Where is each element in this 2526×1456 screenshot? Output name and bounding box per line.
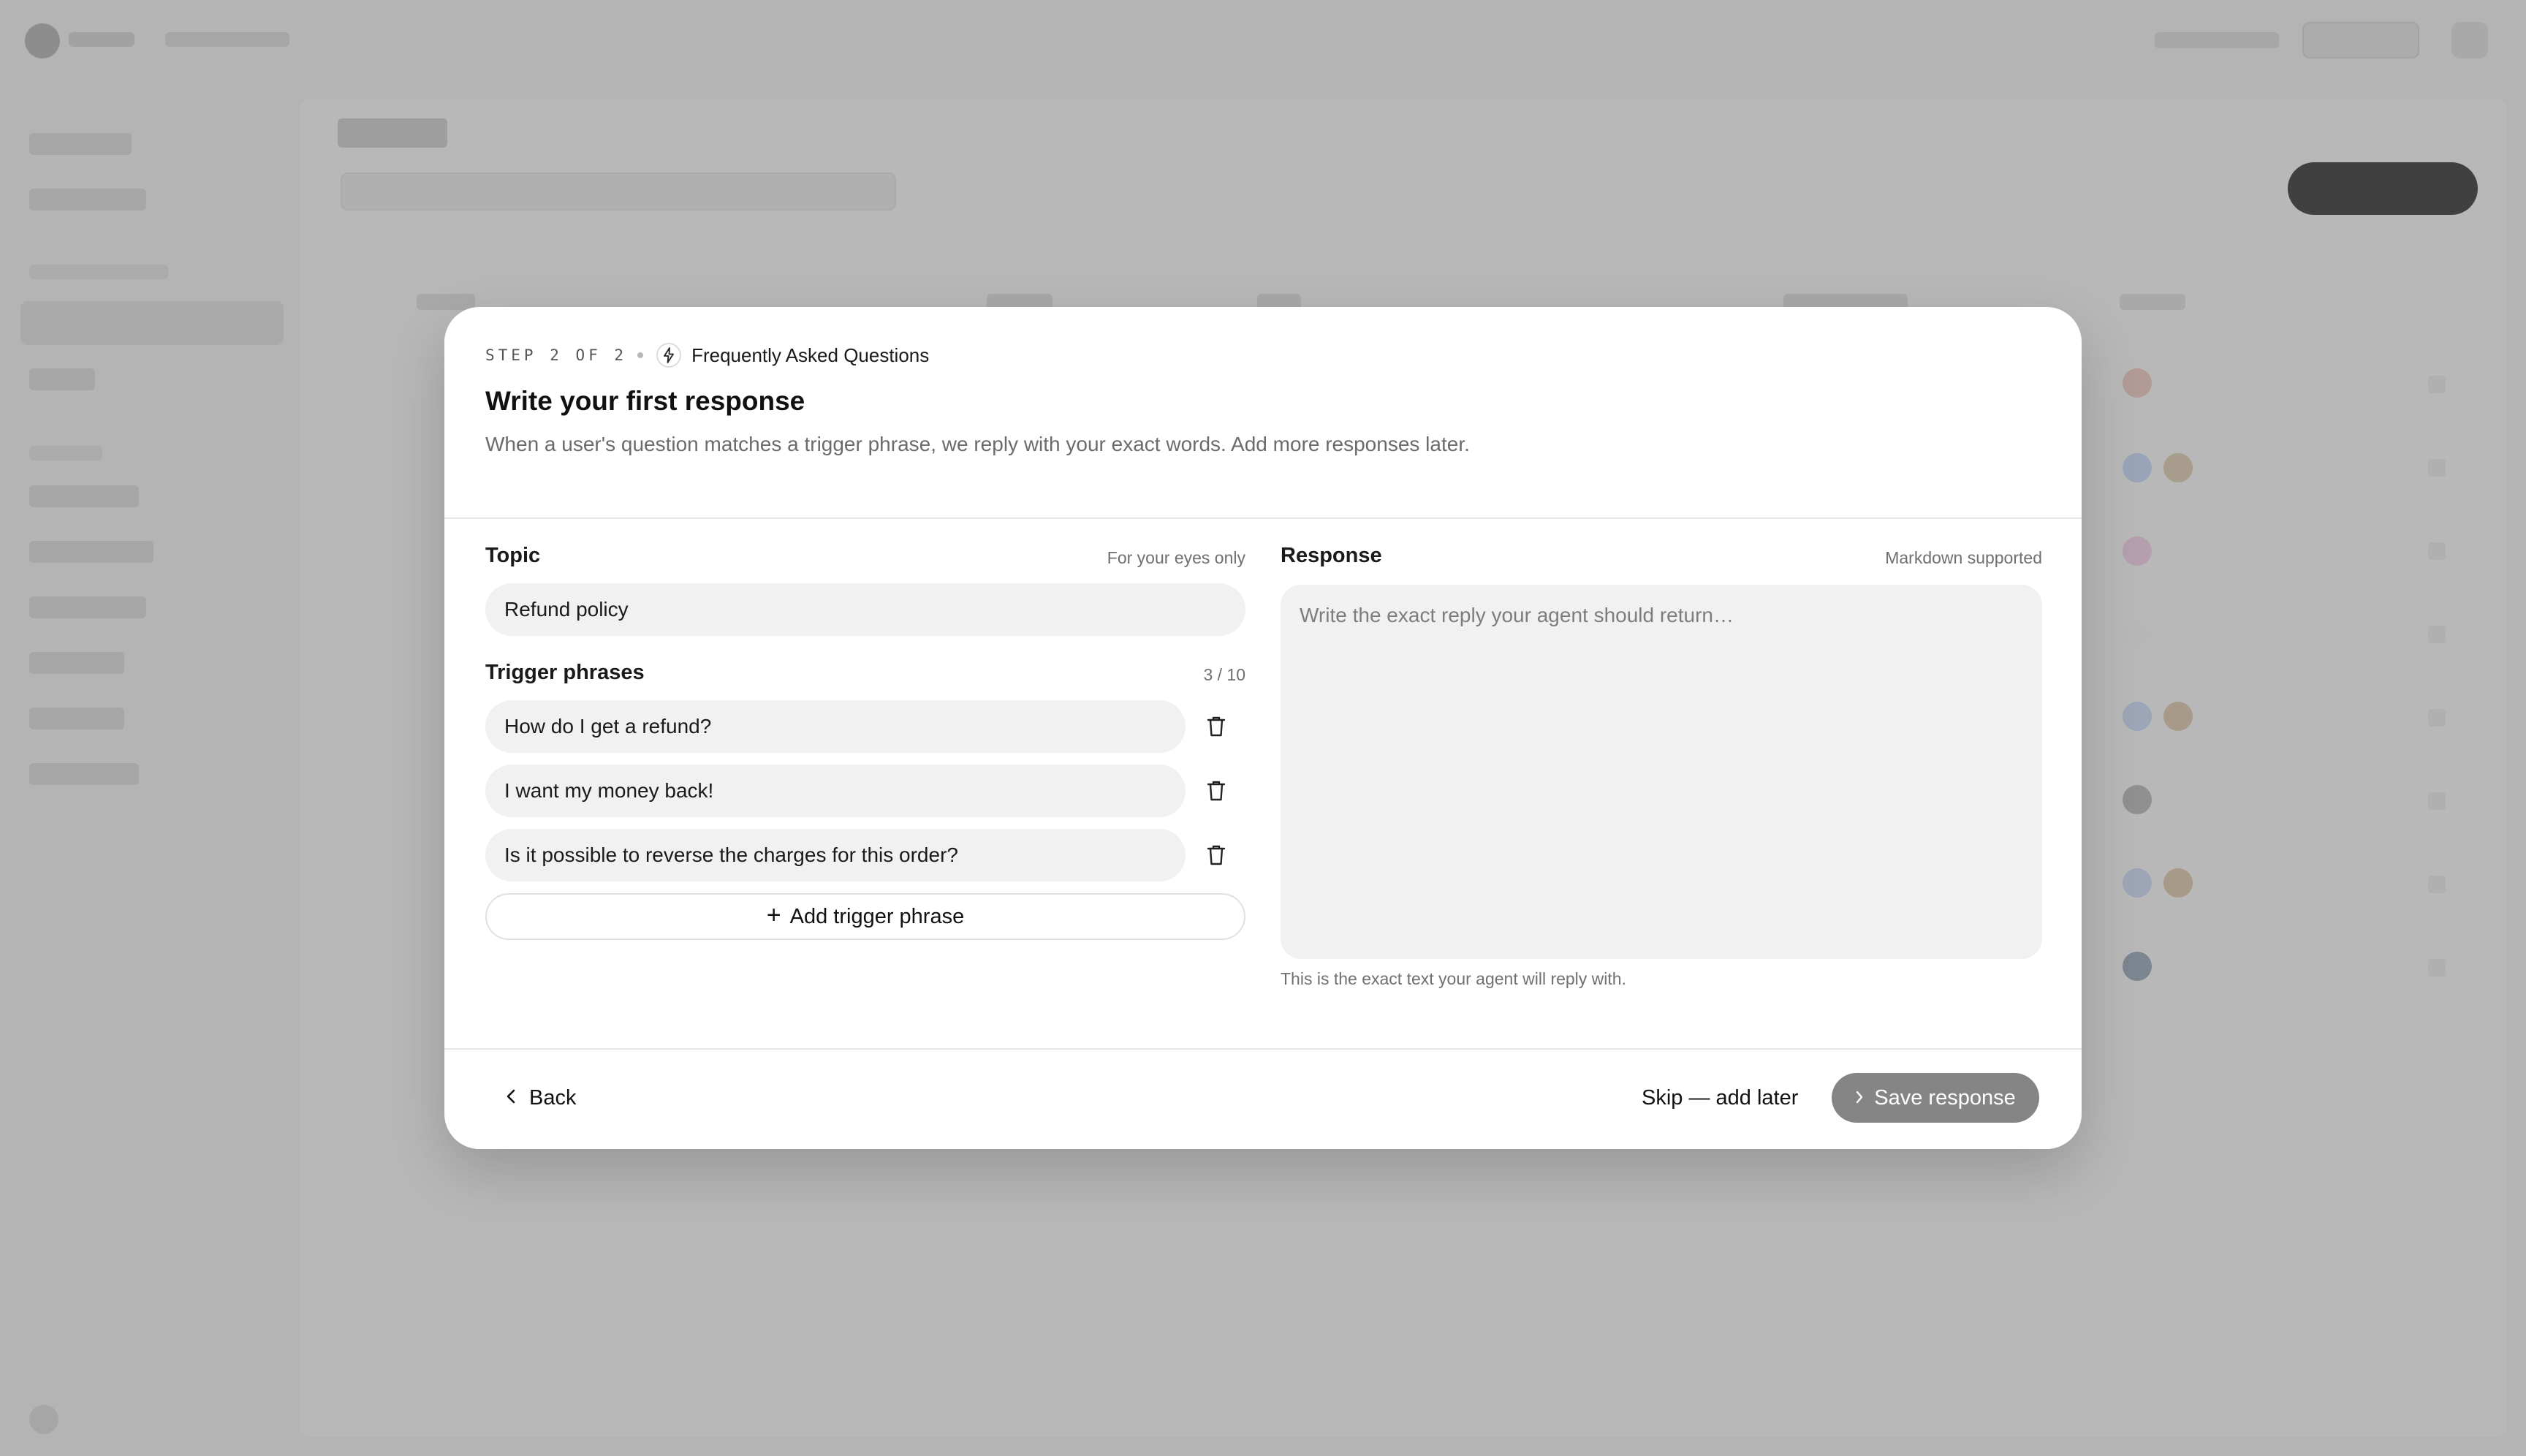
- background-row-chevron: [2428, 542, 2446, 560]
- background-avatar: [2123, 952, 2152, 981]
- background-row-chevron: [2428, 376, 2446, 393]
- background-avatar: [2123, 868, 2152, 898]
- background-topbar-link: [2155, 32, 2279, 48]
- step-label: STEP 2 OF 2: [485, 346, 628, 364]
- background-nav-item: [29, 708, 124, 729]
- background-row-chevron: [2428, 876, 2446, 893]
- trigger-phrases-label: Trigger phrases: [485, 661, 645, 684]
- skip-button[interactable]: Skip — add later: [1642, 1083, 1798, 1112]
- trigger-phrases-count: 3 / 10: [1203, 665, 1245, 684]
- chevron-right-icon: [1855, 1086, 1864, 1110]
- chevron-left-icon: [506, 1086, 516, 1110]
- background-help-icon: [29, 1405, 58, 1434]
- dialog-footer: Back Skip — add later Save response: [444, 1048, 2082, 1149]
- background-avatar: [2123, 453, 2152, 482]
- background-logo: [25, 23, 60, 58]
- save-response-label: Save response: [1874, 1085, 2016, 1110]
- section-name: Frequently Asked Questions: [691, 344, 930, 366]
- background-avatar: [2163, 702, 2193, 731]
- background-avatar: [2123, 785, 2152, 814]
- trigger-phrase-input[interactable]: I want my money back!: [485, 765, 1186, 817]
- dialog-header: STEP 2 OF 2 Frequently Asked Questions W…: [444, 307, 2082, 519]
- separator-dot: [637, 352, 644, 358]
- background-primary-button: [2288, 162, 2478, 215]
- background-page-title: [338, 118, 447, 148]
- background-avatar: [2123, 368, 2152, 398]
- topic-label: Topic: [485, 544, 541, 567]
- markdown-hint: Markdown supported: [1885, 548, 2042, 567]
- background-avatar: [2163, 453, 2193, 482]
- background-row-chevron: [2428, 626, 2446, 643]
- background-nav-item: [29, 652, 124, 674]
- background-search: [341, 172, 896, 211]
- dialog-title: Write your first response: [485, 386, 805, 416]
- dialog-description: When a user's question matches a trigger…: [485, 433, 1470, 455]
- topic-input[interactable]: Refund policy: [485, 583, 1245, 636]
- trigger-phrase-input[interactable]: Is it possible to reverse the charges fo…: [485, 829, 1186, 881]
- trash-icon[interactable]: [1200, 839, 1232, 871]
- background-nav-section: [29, 265, 168, 279]
- faq-response-dialog: STEP 2 OF 2 Frequently Asked Questions W…: [444, 307, 2082, 1149]
- background-nav-section: [29, 446, 102, 460]
- add-trigger-phrase-button[interactable]: + Add trigger phrase: [485, 893, 1245, 940]
- response-textarea[interactable]: Write the exact reply your agent should …: [1281, 585, 2042, 959]
- background-topbar-button: [2302, 22, 2419, 58]
- background-logo-text: [69, 32, 134, 47]
- background-avatar: [2123, 620, 2152, 649]
- background-nav-item: [29, 596, 146, 618]
- background-workspace-switcher: [165, 32, 289, 47]
- add-trigger-phrase-label: Add trigger phrase: [789, 904, 965, 928]
- background-nav-item: [29, 763, 139, 785]
- save-response-button[interactable]: Save response: [1832, 1073, 2039, 1123]
- trash-icon[interactable]: [1200, 775, 1232, 807]
- background-nav-active: [20, 301, 284, 345]
- back-button[interactable]: Back: [506, 1083, 576, 1112]
- topic-hint: For your eyes only: [1107, 548, 1245, 567]
- response-placeholder: Write the exact reply your agent should …: [1300, 604, 1734, 626]
- background-row-chevron: [2428, 459, 2446, 477]
- background-topbar: [0, 0, 2526, 82]
- background-nav-item: [29, 541, 153, 563]
- background-avatar: [2123, 702, 2152, 731]
- back-label: Back: [529, 1085, 577, 1110]
- trash-icon[interactable]: [1200, 710, 1232, 743]
- step-indicator: STEP 2 OF 2 Frequently Asked Questions: [485, 341, 929, 370]
- background-avatar: [2163, 868, 2193, 898]
- background-nav-item: [29, 133, 132, 155]
- background-sidebar: [0, 82, 300, 1456]
- background-row-chevron: [2428, 709, 2446, 727]
- background-nav-item: [29, 189, 146, 211]
- plus-icon: +: [766, 901, 781, 929]
- background-nav-item: [29, 368, 95, 390]
- app-page: STEP 2 OF 2 Frequently Asked Questions W…: [0, 0, 2526, 1456]
- background-avatar: [2123, 536, 2152, 566]
- response-label: Response: [1281, 544, 1382, 567]
- trigger-phrase-input[interactable]: How do I get a refund?: [485, 700, 1186, 753]
- background-avatar: [2451, 22, 2488, 58]
- response-help-text: This is the exact text your agent will r…: [1281, 969, 1626, 988]
- bolt-icon: [656, 343, 682, 368]
- background-nav-item: [29, 485, 139, 507]
- background-column-header: [2120, 294, 2185, 310]
- background-row-chevron: [2428, 792, 2446, 810]
- background-row-chevron: [2428, 959, 2446, 977]
